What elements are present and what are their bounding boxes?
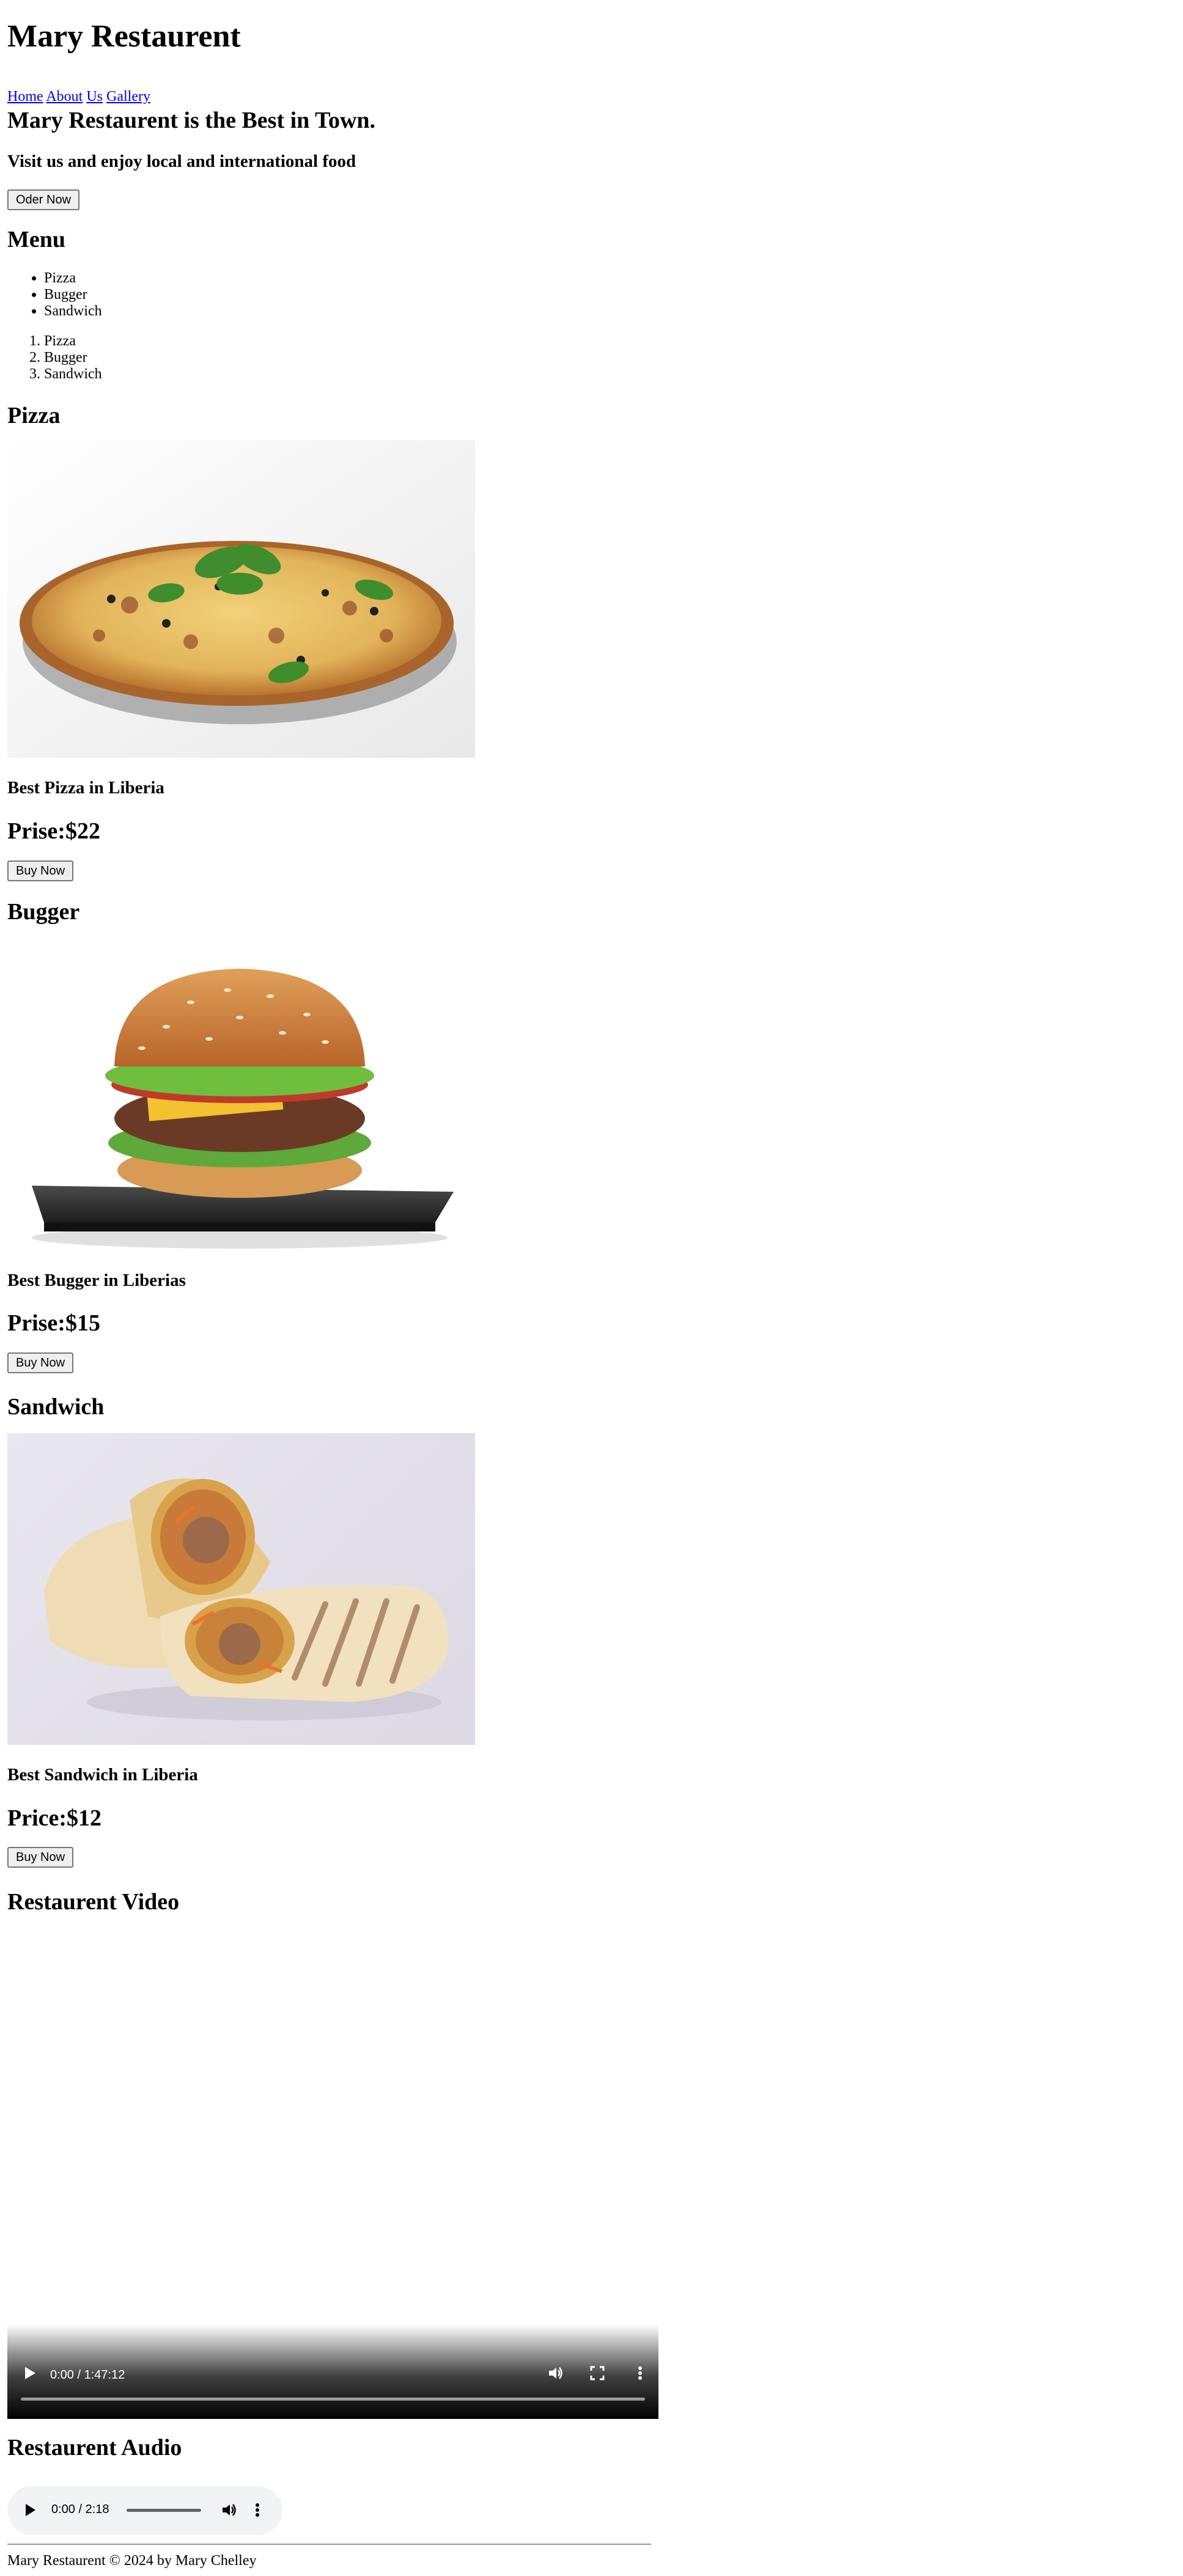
video-time-display: 0:00 / 1:47:12 (50, 2368, 125, 2382)
sandwich-image (7, 1433, 475, 1745)
list-item: Pizza (44, 270, 102, 287)
volume-icon[interactable] (221, 2503, 237, 2520)
buy-pizza-button[interactable]: Buy Now (7, 861, 74, 881)
order-now-button[interactable]: Oder Now (7, 189, 80, 210)
volume-icon[interactable] (548, 2366, 564, 2383)
hero-headline: Mary Restaurent is the Best in Town. (7, 108, 376, 133)
fullscreen-icon[interactable] (590, 2366, 605, 2383)
sandwich-heading: Sandwich (7, 1394, 105, 1420)
nav-link-home[interactable]: Home (7, 89, 43, 105)
pizza-tagline: Best Pizza in Liberia (7, 778, 164, 798)
play-icon[interactable] (24, 2503, 37, 2520)
video-progress-bar[interactable] (21, 2398, 645, 2401)
bugger-price: Prise:$15 (7, 1310, 100, 1336)
bugger-tagline: Best Bugger in Liberias (7, 1271, 186, 1290)
audio-time-display: 0:00 / 2:18 (51, 2503, 109, 2516)
site-title: Mary Restaurent (7, 19, 241, 54)
pizza-price: Prise:$22 (7, 818, 100, 844)
sandwich-tagline: Best Sandwich in Liberia (7, 1765, 198, 1785)
menu-heading: Menu (7, 227, 65, 252)
list-item: Bugger (44, 287, 102, 303)
bugger-image (7, 935, 475, 1253)
buy-sandwich-button[interactable]: Buy Now (7, 1847, 74, 1868)
footer-divider (7, 2544, 651, 2545)
list-item: Sandwich (44, 303, 102, 320)
nav-link-us[interactable]: Us (86, 89, 103, 105)
play-icon[interactable] (23, 2366, 37, 2383)
footer-text: Mary Restaurent © 2024 by Mary Chelley (7, 2553, 257, 2569)
pizza-heading: Pizza (7, 403, 61, 428)
sandwich-price: Price:$12 (7, 1805, 102, 1831)
bugger-heading: Bugger (7, 899, 80, 925)
pizza-image (7, 440, 475, 758)
more-options-icon[interactable] (638, 2366, 643, 2383)
restaurant-audio-player[interactable]: 0:00 / 2:18 (7, 2486, 282, 2535)
audio-progress-bar[interactable] (127, 2509, 201, 2512)
menu-bullet-list: Pizza Bugger Sandwich (7, 270, 102, 320)
menu-numbered-list: Pizza Bugger Sandwich (7, 333, 102, 383)
list-item: Sandwich (44, 366, 102, 383)
video-heading: Restaurent Video (7, 1889, 180, 1915)
nav-link-about[interactable]: About (46, 89, 83, 105)
more-options-icon[interactable] (255, 2503, 260, 2520)
hero-subline: Visit us and enjoy local and internation… (7, 152, 356, 171)
audio-heading: Restaurent Audio (7, 2435, 182, 2460)
restaurant-video-player[interactable]: 0:00 / 1:47:12 (7, 1915, 658, 2419)
list-item: Pizza (44, 333, 102, 350)
buy-bugger-button[interactable]: Buy Now (7, 1352, 74, 1373)
main-nav: Home About Us Gallery (7, 87, 1176, 106)
nav-link-gallery[interactable]: Gallery (106, 89, 150, 105)
list-item: Bugger (44, 350, 102, 366)
